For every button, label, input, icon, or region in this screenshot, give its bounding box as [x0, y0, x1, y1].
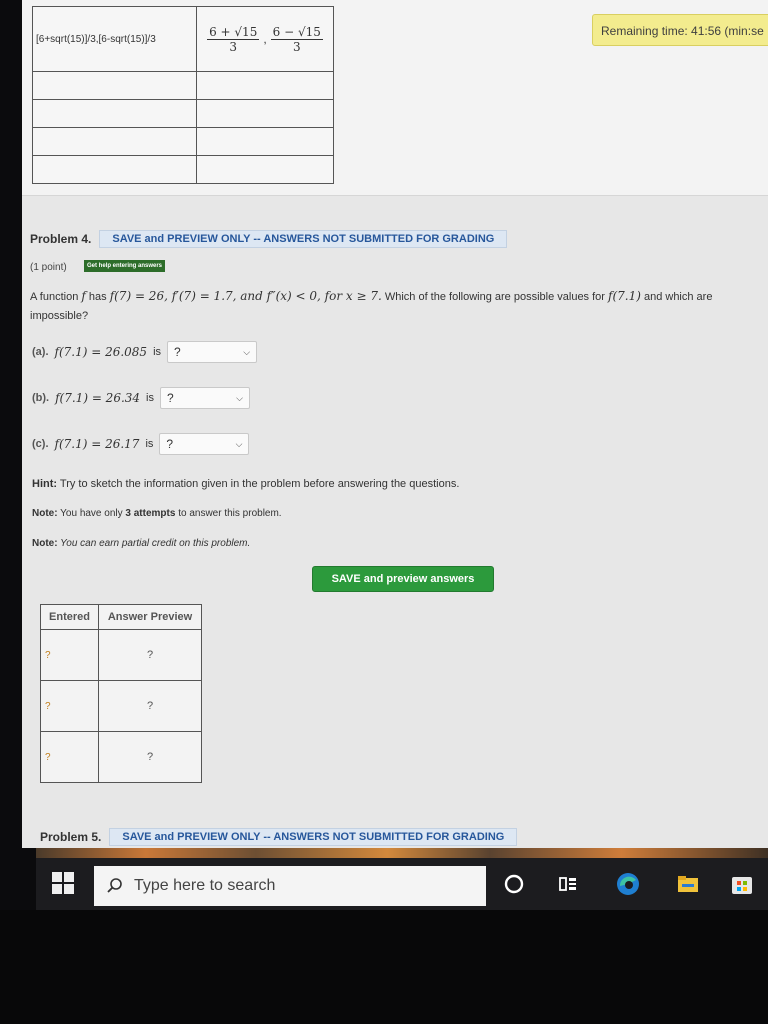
- table-row: ? ?: [40, 629, 202, 681]
- part-b-dropdown[interactable]: ? ⌵: [160, 387, 250, 409]
- partial-credit-note: Note: You can earn partial credit on thi…: [32, 538, 251, 549]
- part-a-dropdown[interactable]: ? ⌵: [167, 341, 258, 363]
- store-icon[interactable]: [728, 870, 756, 898]
- desktop-wallpaper-strip: [36, 848, 768, 858]
- fraction-a: 6 + √15 3: [207, 24, 260, 54]
- search-placeholder: Type here to search: [134, 877, 276, 894]
- header-answer-preview: Answer Preview: [98, 604, 202, 630]
- file-explorer-icon[interactable]: [674, 870, 702, 898]
- windows-start-icon[interactable]: [52, 872, 74, 894]
- hint-text: Hint: Try to sketch the information give…: [32, 478, 460, 490]
- problem-title: Problem 4.: [30, 232, 92, 246]
- problem-4-heading: Problem 4. SAVE and PREVIEW ONLY -- ANSW…: [30, 230, 508, 248]
- preview-cell: 6 + √15 3 , 6 − √15 3: [196, 6, 334, 72]
- preview-only-banner: SAVE and PREVIEW ONLY -- ANSWERS NOT SUB…: [99, 230, 508, 248]
- monitor-bezel: [0, 910, 768, 1024]
- table-row: [6+sqrt(15)]/3,[6-sqrt(15)]/3 6 + √15 3 …: [32, 6, 334, 72]
- separator: ,: [263, 32, 267, 46]
- problem-title: Problem 5.: [40, 830, 102, 844]
- cortana-icon[interactable]: [500, 870, 528, 898]
- remaining-time-badge: Remaining time: 41:56 (min:se: [592, 14, 768, 46]
- table-row: [32, 99, 334, 128]
- fraction-b: 6 − √15 3: [270, 24, 323, 54]
- search-icon: [107, 878, 122, 893]
- edge-icon[interactable]: [614, 870, 642, 898]
- answers-preview-table: Entered Answer Preview ? ? ? ? ? ?: [40, 604, 202, 783]
- previous-problem-area: [6+sqrt(15)]/3,[6-sqrt(15)]/3 6 + √15 3 …: [22, 0, 768, 195]
- problem-5-heading: Problem 5. SAVE and PREVIEW ONLY -- ANSW…: [40, 828, 518, 846]
- previous-answer-table: [6+sqrt(15)]/3,[6-sqrt(15)]/3 6 + √15 3 …: [32, 6, 334, 184]
- points-label: (1 point): [30, 262, 67, 273]
- part-c: (c). f(7.1) = 26.17 is ? ⌵: [32, 433, 250, 455]
- task-view-icon[interactable]: [554, 870, 582, 898]
- part-b: (b). f(7.1) = 26.34 is ? ⌵: [32, 387, 250, 409]
- preview-only-banner: SAVE and PREVIEW ONLY -- ANSWERS NOT SUB…: [109, 828, 518, 846]
- table-row: [32, 155, 334, 184]
- browser-page: [6+sqrt(15)]/3,[6-sqrt(15)]/3 6 + √15 3 …: [22, 0, 768, 848]
- windows-taskbar: Type here to search: [36, 858, 768, 910]
- help-entering-answers-button[interactable]: Get help entering answers: [84, 260, 166, 272]
- part-a: (a). f(7.1) = 26.085 is ? ⌵: [32, 341, 258, 363]
- chevron-down-icon: ⌵: [243, 346, 251, 357]
- header-entered: Entered: [40, 604, 99, 630]
- given-conditions: f(7) = 26, f′(7) = 1.7, and f″(x) < 0, f…: [109, 289, 382, 303]
- target-expression: f(7.1): [608, 289, 641, 303]
- taskbar-search-box[interactable]: Type here to search: [94, 866, 486, 906]
- entered-cell: [6+sqrt(15)]/3,[6-sqrt(15)]/3: [32, 6, 197, 72]
- table-row: [32, 127, 334, 156]
- table-row: ? ?: [40, 731, 202, 783]
- chevron-down-icon: ⌵: [236, 392, 243, 403]
- chevron-down-icon: ⌵: [235, 438, 243, 449]
- attempts-note: Note: You have only 3 attempts to answer…: [32, 508, 282, 519]
- table-header-row: Entered Answer Preview: [40, 604, 202, 630]
- table-row: [32, 71, 334, 100]
- problem-statement: A function f has f(7) = 26, f′(7) = 1.7,…: [30, 289, 713, 322]
- table-row: ? ?: [40, 680, 202, 732]
- part-c-dropdown[interactable]: ? ⌵: [159, 433, 250, 455]
- save-preview-button[interactable]: SAVE and preview answers: [312, 566, 494, 592]
